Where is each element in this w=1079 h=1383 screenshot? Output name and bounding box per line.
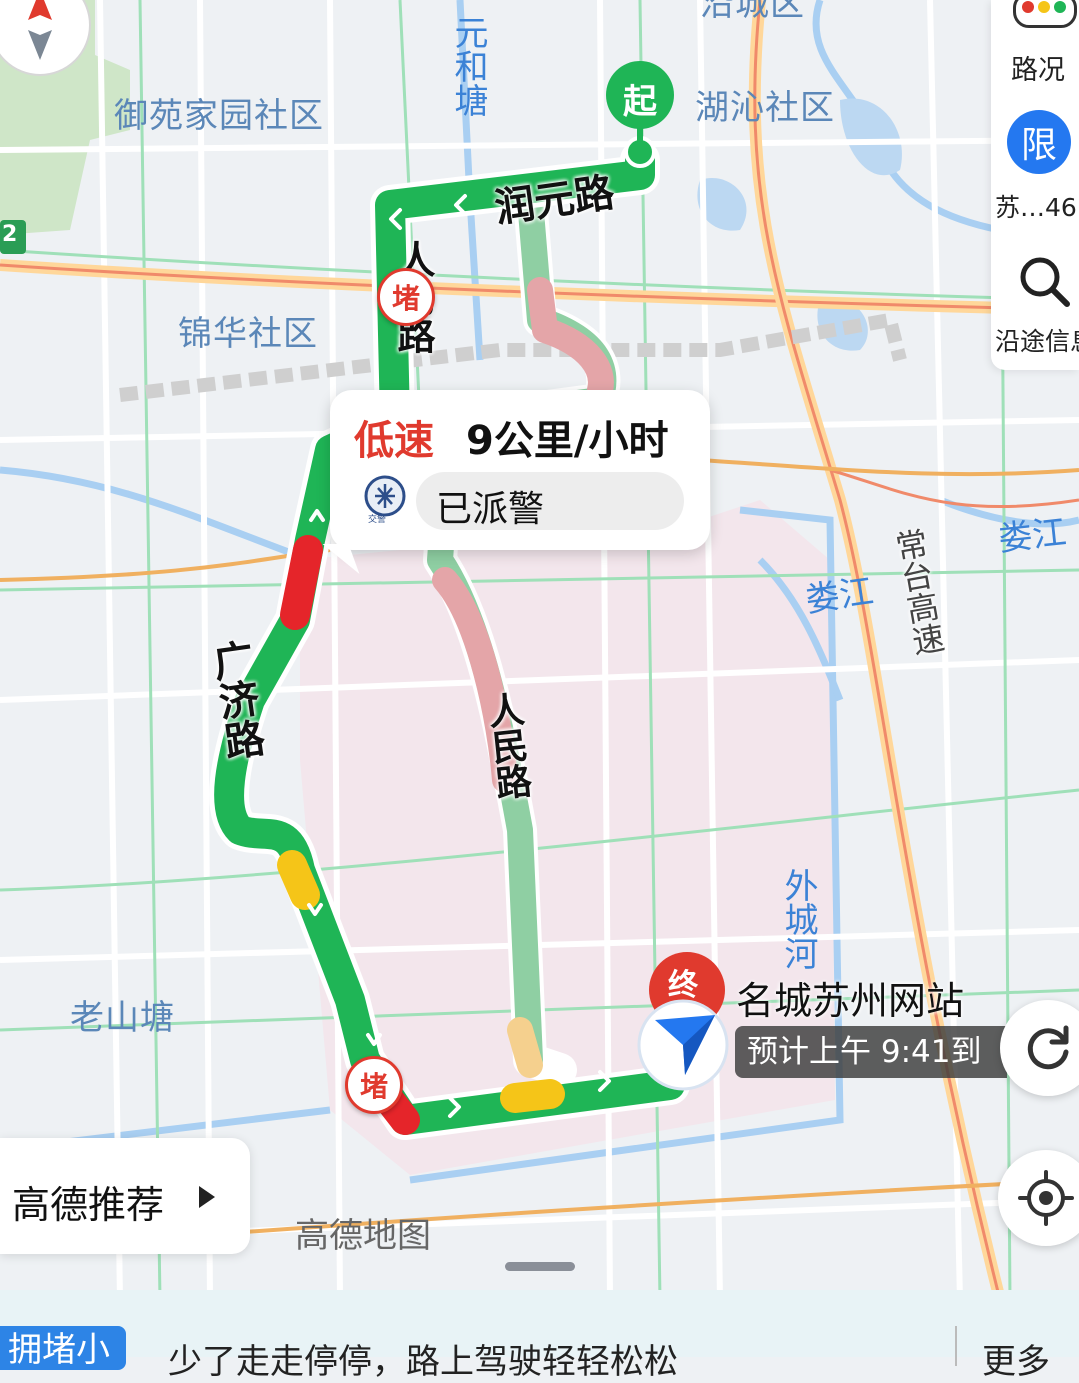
speed-status: 低速 (354, 418, 434, 464)
dispatch-status: 已派警 (436, 489, 545, 530)
speed-value: 9公里/小时 (466, 418, 669, 464)
water-label: 元和塘 (448, 15, 488, 117)
traffic-light-icon[interactable] (1013, 0, 1077, 28)
right-toolbar: 路况 限 苏…46 沿途信息 (991, 0, 1079, 370)
water-label: 外城河 (778, 868, 818, 970)
home-indicator (505, 1262, 575, 1271)
recommend-card[interactable]: 高德推荐 (0, 1138, 250, 1254)
police-logo-text: 交警 (368, 515, 387, 525)
jam-badge[interactable]: 堵 (377, 268, 435, 326)
start-pin-label: 起 (623, 82, 657, 122)
district-label: 御苑家园社区 (114, 96, 324, 136)
restriction-icon[interactable]: 限 (1007, 110, 1071, 174)
refresh-icon (1027, 1025, 1069, 1070)
more-link[interactable]: 更多 (982, 1334, 1050, 1383)
district-label-partial: 沿城区 (700, 0, 805, 24)
district-label: 湖沁社区 (695, 88, 835, 128)
map-watermark: 高德地图 (295, 1216, 431, 1256)
district-label: 老山塘 (70, 998, 175, 1038)
water-label: 娄江 (996, 512, 1069, 560)
tag-badge: 拥堵小 (0, 1326, 126, 1370)
navigation-arrow-icon (637, 999, 729, 1091)
police-logo-icon: 交警 (360, 474, 410, 525)
road-label: 人民路 (480, 690, 533, 802)
ticker-divider (955, 1326, 957, 1366)
play-arrow-icon (199, 1186, 215, 1208)
bottom-ticker-bar[interactable]: 拥堵小 少了走走停停，路上驾驶轻轻松松 更多 (0, 1290, 1079, 1382)
end-pin-label: 终 (668, 968, 698, 1003)
jam-badge[interactable]: 堵 (345, 1056, 403, 1114)
district-label: 锦华社区 (178, 314, 318, 354)
destination-name: 名城苏州网站 (736, 979, 965, 1023)
restriction-text[interactable]: 苏…46 (995, 188, 1077, 224)
traffic-popup[interactable]: 低速 9公里/小时 交警 已派警 (330, 390, 710, 550)
locate-icon (1018, 1170, 1074, 1226)
recommend-label: 高德推荐 (12, 1183, 165, 1227)
water-label: 娄江 (803, 571, 876, 621)
ticker-text: 少了走走停停，路上驾驶轻轻松松 (168, 1342, 678, 1382)
search-icon[interactable] (1017, 254, 1071, 308)
highway-badge-label: 2 (2, 222, 18, 247)
search-along-label[interactable]: 沿途信息 (995, 322, 1079, 358)
eta-label: 预计上午 9:41到 (735, 1026, 1007, 1078)
traffic-toggle-label[interactable]: 路况 (1011, 48, 1065, 87)
